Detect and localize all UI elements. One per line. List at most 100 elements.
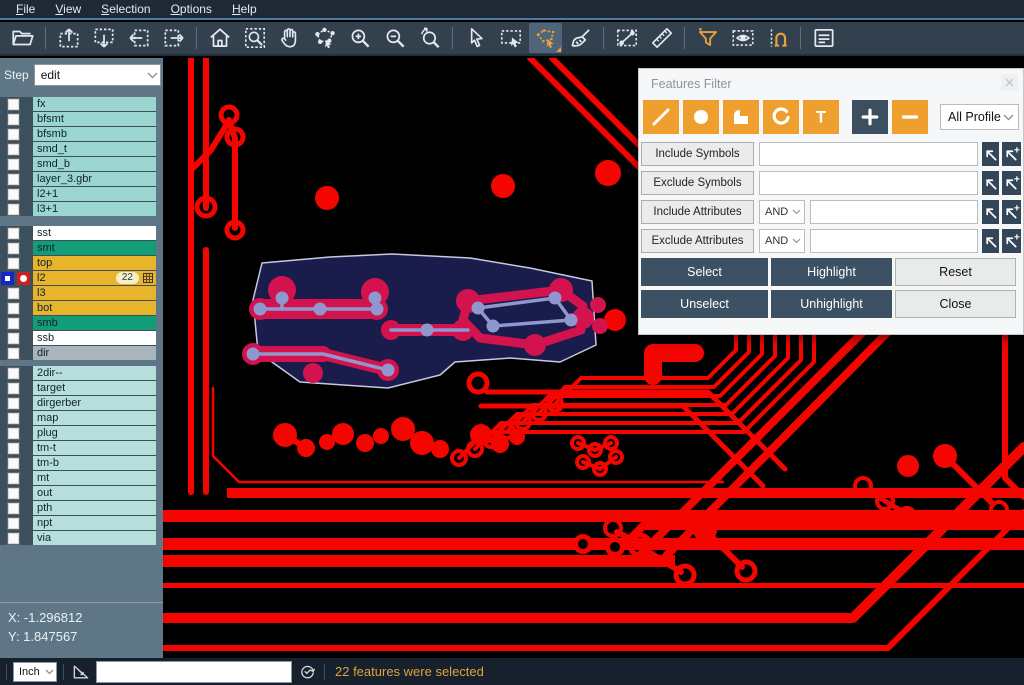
layer-row-top[interactable]: top (0, 256, 156, 270)
layer-toggle-cell[interactable] (0, 301, 33, 315)
layer-visibility-checkbox[interactable] (7, 457, 20, 470)
layer-label[interactable]: ssb (33, 331, 156, 345)
layer-visibility-checkbox[interactable] (7, 332, 20, 345)
layer-row-map[interactable]: map (0, 411, 156, 425)
layer-toggle-cell[interactable] (0, 456, 33, 470)
menu-view[interactable]: View (45, 0, 91, 19)
home-view-button[interactable] (203, 23, 236, 53)
layer-visibility-checkbox[interactable] (7, 188, 20, 201)
layer-visibility-checkbox[interactable] (7, 302, 20, 315)
layer-visibility-checkbox[interactable] (7, 367, 20, 380)
exclude-symbols-pick-add-icon[interactable] (1002, 171, 1021, 195)
layer-toggle-cell[interactable] (0, 271, 33, 285)
layer-toggle-cell[interactable] (0, 226, 33, 240)
layer-toggle-cell[interactable] (0, 97, 33, 111)
layer-visibility-checkbox[interactable] (7, 287, 20, 300)
layer-label[interactable]: smd_t (33, 142, 156, 156)
layer-toggle-cell[interactable] (0, 381, 33, 395)
layer-visibility-checkbox[interactable] (7, 128, 20, 141)
layer-visibility-checkbox[interactable] (7, 502, 20, 515)
layer-toggle-cell[interactable] (0, 366, 33, 380)
polygon-select-button[interactable] (529, 23, 562, 53)
unit-select[interactable]: Inch (13, 662, 57, 682)
exclude-attributes-operator-select[interactable]: AND (759, 229, 805, 253)
layer-label[interactable]: target (33, 381, 156, 395)
layer-visibility-checkbox[interactable] (7, 317, 20, 330)
layer-visibility-checkbox[interactable] (7, 227, 20, 240)
zoom-previous-button[interactable] (413, 23, 446, 53)
layer-label[interactable]: fx (33, 97, 156, 111)
layer-row-tm-b[interactable]: tm-b (0, 456, 156, 470)
sync-icon[interactable] (296, 662, 318, 681)
work-layer-indicator[interactable] (17, 272, 30, 285)
layer-label[interactable]: out (33, 486, 156, 500)
layer-label[interactable]: pth (33, 501, 156, 515)
layer-toggle-cell[interactable] (0, 486, 33, 500)
layer-label[interactable]: smt (33, 241, 156, 255)
pad-filter-button[interactable] (683, 100, 719, 134)
menu-file[interactable]: File (6, 0, 45, 19)
layer-visibility-checkbox[interactable] (7, 532, 20, 545)
layer-label[interactable]: dirgerber (33, 396, 156, 410)
layer-label[interactable]: sst (33, 226, 156, 240)
exclude-symbols-input[interactable] (759, 171, 978, 195)
layer-label[interactable]: bfsmt (33, 112, 156, 126)
active-layer-indicator[interactable] (1, 272, 14, 285)
pan-hand-button[interactable] (273, 23, 306, 53)
layer-visibility-checkbox[interactable] (7, 472, 20, 485)
layer-row-pth[interactable]: pth (0, 501, 156, 515)
layer-visibility-checkbox[interactable] (7, 257, 20, 270)
exclude-symbols-button[interactable]: Exclude Symbols (641, 171, 754, 195)
layer-row-sst[interactable]: sst (0, 226, 156, 240)
clear-highlight-button[interactable] (564, 23, 597, 53)
layer-row-l2+1[interactable]: l2+1 (0, 187, 156, 201)
layer-row-dir[interactable]: dir (0, 346, 156, 360)
layer-visibility-checkbox[interactable] (7, 347, 20, 360)
menu-help[interactable]: Help (222, 0, 267, 19)
layer-toggle-cell[interactable] (0, 346, 33, 360)
include-symbols-button[interactable]: Include Symbols (641, 142, 754, 166)
layer-toggle-cell[interactable] (0, 441, 33, 455)
surface-filter-button[interactable] (723, 100, 759, 134)
layer-row-fx[interactable]: fx (0, 97, 156, 111)
close-button[interactable]: Close (895, 290, 1016, 318)
layer-row-via[interactable]: via (0, 531, 156, 545)
layer-visibility-checkbox[interactable] (7, 158, 20, 171)
exclude-attributes-pick-add-icon[interactable] (1002, 229, 1021, 253)
layer-toggle-cell[interactable] (0, 426, 33, 440)
unselect-button[interactable]: Unselect (641, 290, 768, 318)
layer-row-l3[interactable]: l3 (0, 286, 156, 300)
layer-label[interactable]: plug (33, 426, 156, 440)
layer-visibility-checkbox[interactable] (7, 173, 20, 186)
exclude-attributes-pick-icon[interactable] (982, 229, 999, 253)
layer-toggle-cell[interactable] (0, 501, 33, 515)
features-filter-button[interactable] (691, 23, 724, 53)
open-button[interactable] (6, 23, 39, 53)
layer-toggle-cell[interactable] (0, 187, 33, 201)
layer-toggle-cell[interactable] (0, 142, 33, 156)
arc-filter-button[interactable] (763, 100, 799, 134)
rect-select-button[interactable] (494, 23, 527, 53)
layer-label[interactable]: bot (33, 301, 156, 315)
include-attributes-pick-icon[interactable] (982, 200, 999, 224)
include-symbols-pick-icon[interactable] (982, 142, 999, 166)
layer-visibility-checkbox[interactable] (7, 487, 20, 500)
select-cursor-button[interactable] (459, 23, 492, 53)
layer-visibility-checkbox[interactable] (7, 517, 20, 530)
layer-label[interactable]: top (33, 256, 156, 270)
layer-toggle-cell[interactable] (0, 127, 33, 141)
layer-visibility-checkbox[interactable] (7, 442, 20, 455)
notes-panel-button[interactable] (807, 23, 840, 53)
layer-label[interactable]: l2+1 (33, 187, 156, 201)
layer-toggle-cell[interactable] (0, 531, 33, 545)
layer-label[interactable]: map (33, 411, 156, 425)
zoom-fit-button[interactable] (238, 23, 271, 53)
layer-row-ssb[interactable]: ssb (0, 331, 156, 345)
layer-row-smt[interactable]: smt (0, 241, 156, 255)
layer-toggle-cell[interactable] (0, 256, 33, 270)
include-attributes-pick-add-icon[interactable] (1002, 200, 1021, 224)
layer-label[interactable]: layer_3.gbr (33, 172, 156, 186)
include-attributes-input[interactable] (810, 200, 978, 224)
layer-label[interactable]: l222 (33, 271, 156, 285)
layer-row-bfsmb[interactable]: bfsmb (0, 127, 156, 141)
